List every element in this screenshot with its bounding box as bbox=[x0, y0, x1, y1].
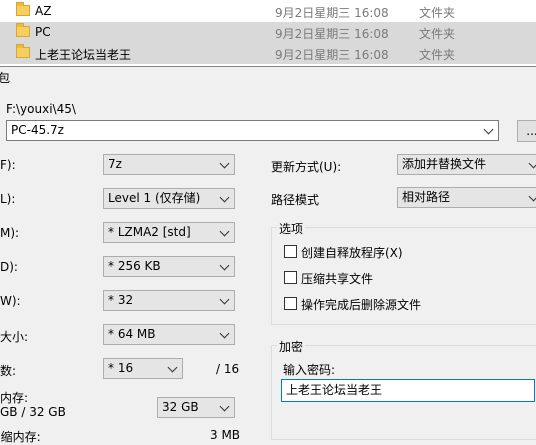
chevron-down-icon bbox=[219, 158, 230, 169]
dict-value: * 256 KB bbox=[108, 259, 161, 273]
chevron-down-icon bbox=[219, 401, 230, 412]
file-list: AZ 9月2日星期三 16:08 文件夹 PC 9月2日星期三 16:08 文件… bbox=[0, 0, 536, 66]
word-select[interactable]: * 32 bbox=[103, 290, 235, 311]
solid-label: 大小: bbox=[0, 330, 29, 344]
method-value: * LZMA2 [std] bbox=[108, 225, 191, 239]
file-row-laowang[interactable]: 上老王论坛当老王 9月2日星期三 16:08 文件夹 bbox=[0, 43, 536, 64]
file-date: 9月2日星期三 16:08 bbox=[275, 6, 389, 20]
update-mode-select[interactable]: 添加并替换文件 bbox=[397, 154, 536, 175]
password-label: 输入密码: bbox=[283, 363, 336, 377]
format-value: 7z bbox=[108, 157, 122, 171]
encryption-group-title: 加密 bbox=[277, 338, 306, 355]
browse-button[interactable]: ... bbox=[517, 120, 536, 142]
password-input[interactable]: 上老王论坛当老王 bbox=[281, 379, 535, 402]
chevron-down-icon bbox=[167, 362, 178, 373]
threads-label: 数: bbox=[0, 364, 17, 378]
word-value: * 32 bbox=[108, 293, 134, 307]
memory-value: GB / 32 GB bbox=[0, 405, 66, 419]
dialog-title: 包 bbox=[0, 71, 11, 85]
word-label: W): bbox=[0, 294, 21, 308]
chevron-down-icon bbox=[219, 328, 230, 339]
threads-total: / 16 bbox=[216, 362, 240, 376]
shared-files-checkbox[interactable] bbox=[284, 271, 297, 284]
memory-label: 内存: bbox=[0, 391, 29, 405]
memory-usage-select[interactable]: 32 GB bbox=[157, 397, 235, 418]
chevron-down-icon bbox=[483, 124, 494, 135]
update-mode-label: 更新方式(U): bbox=[271, 160, 342, 174]
decompress-memory-label: [缩内存: bbox=[0, 430, 41, 444]
threads-value: * 16 bbox=[108, 361, 134, 375]
chevron-down-icon bbox=[219, 260, 230, 271]
path-mode-select[interactable]: 相对路径 bbox=[397, 187, 536, 208]
chevron-down-icon bbox=[219, 226, 230, 237]
format-select[interactable]: 7z bbox=[103, 154, 235, 175]
level-select[interactable]: Level 1 (仅存储) bbox=[103, 188, 235, 209]
file-name: 上老王论坛当老王 bbox=[35, 48, 132, 62]
delete-after-checkbox-label: 操作完成后删除源文件 bbox=[301, 298, 422, 312]
chevron-down-icon bbox=[528, 191, 536, 202]
decompress-memory-value: 3 MB bbox=[210, 428, 241, 442]
chevron-down-icon bbox=[528, 158, 536, 169]
level-label: L): bbox=[0, 192, 16, 206]
path-mode-label: 路径模式 bbox=[271, 193, 320, 207]
archive-name-value: PC-45.7z bbox=[11, 123, 64, 137]
folder-icon bbox=[16, 23, 30, 37]
method-label: M): bbox=[0, 226, 20, 240]
memory-usage-value: 32 GB bbox=[162, 400, 199, 414]
path-mode-value: 相对路径 bbox=[402, 190, 451, 204]
threads-select[interactable]: * 16 bbox=[103, 358, 183, 379]
solid-value: * 64 MB bbox=[108, 327, 156, 341]
level-value: Level 1 (仅存储) bbox=[108, 191, 201, 205]
solid-select[interactable]: * 64 MB bbox=[103, 324, 235, 345]
options-group-title: 选项 bbox=[277, 220, 306, 237]
file-row-pc[interactable]: PC 9月2日星期三 16:08 文件夹 bbox=[0, 22, 536, 43]
delete-after-checkbox[interactable] bbox=[284, 297, 297, 310]
file-type: 文件夹 bbox=[419, 27, 456, 41]
archive-path: F:\youxi\45\ bbox=[6, 102, 76, 116]
file-type: 文件夹 bbox=[419, 6, 456, 20]
method-select[interactable]: * LZMA2 [std] bbox=[103, 222, 235, 243]
file-date: 9月2日星期三 16:08 bbox=[275, 27, 389, 41]
file-row-az[interactable]: AZ 9月2日星期三 16:08 文件夹 bbox=[0, 1, 536, 22]
file-date: 9月2日星期三 16:08 bbox=[275, 48, 389, 62]
file-name: PC bbox=[35, 25, 51, 39]
folder-icon bbox=[16, 2, 30, 16]
shared-files-checkbox-label: 压缩共享文件 bbox=[301, 272, 374, 286]
file-type: 文件夹 bbox=[419, 48, 456, 62]
file-name: AZ bbox=[35, 4, 52, 18]
update-mode-value: 添加并替换文件 bbox=[402, 157, 487, 171]
chevron-down-icon bbox=[219, 192, 230, 203]
dict-select[interactable]: * 256 KB bbox=[103, 256, 235, 277]
dict-label: D): bbox=[0, 260, 18, 274]
add-to-archive-dialog: 包 F:\youxi\45\ PC-45.7z ... F): 7z L): L… bbox=[0, 66, 536, 444]
archive-name-combo[interactable]: PC-45.7z bbox=[6, 120, 499, 141]
format-label: F): bbox=[0, 158, 16, 172]
sfx-checkbox-label: 创建自释放程序(X) bbox=[301, 246, 403, 260]
folder-icon bbox=[16, 44, 30, 58]
chevron-down-icon bbox=[219, 294, 230, 305]
sfx-checkbox[interactable] bbox=[284, 245, 297, 258]
